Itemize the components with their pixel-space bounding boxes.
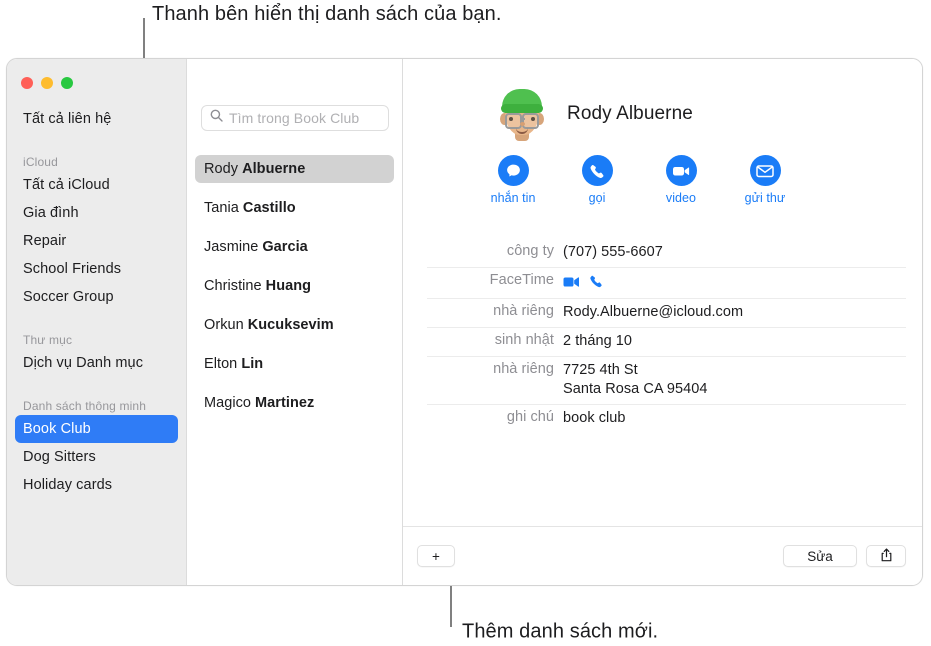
field-label: nhà riêng	[493, 303, 554, 319]
contact-first-name: Magico	[204, 395, 252, 411]
share-button[interactable]	[866, 545, 906, 567]
sidebar-item-dog-sitters[interactable]: Dog Sitters	[15, 443, 178, 471]
field-label: sinh nhật	[494, 332, 554, 348]
contact-last-name: Martinez	[255, 395, 315, 411]
field-label: ghi chú	[506, 409, 554, 425]
field-label: nhà riêng	[493, 361, 554, 377]
memoji-glasses-bridge	[520, 118, 525, 120]
sidebar-item-soccer-group[interactable]: Soccer Group	[15, 283, 178, 311]
sidebar-item-repair[interactable]: Repair	[15, 227, 178, 255]
list-item[interactable]: Tania Castillo	[195, 194, 394, 222]
quick-action-row: nhắn tin gọi video gửi thư	[491, 155, 786, 205]
field-row-birthday[interactable]: sinh nhật 2 tháng 10	[427, 328, 906, 357]
page-title: Rody Albuerne	[567, 103, 693, 124]
memoji-nose	[520, 122, 525, 126]
contact-first-name: Elton	[204, 356, 238, 372]
field-row-address[interactable]: nhà riêng 7725 4th St Santa Rosa CA 9540…	[427, 357, 906, 405]
envelope-icon	[749, 155, 781, 186]
close-button[interactable]	[21, 77, 33, 89]
phone-icon[interactable]	[589, 274, 603, 293]
list-item[interactable]: Magico Martinez	[195, 389, 394, 417]
sidebar-item-holiday-cards[interactable]: Holiday cards	[15, 471, 178, 499]
call-button[interactable]: gọi	[579, 155, 615, 205]
contact-first-name: Orkun	[204, 317, 244, 333]
search-input[interactable]: Tìm trong Book Club	[201, 105, 389, 131]
sidebar-item-list: Tất cả liên hệ iCloud Tất cả iCloud Gia …	[7, 105, 186, 499]
contact-last-name: Kucuksevim	[247, 317, 334, 333]
field-value-icons	[563, 272, 603, 293]
list-item[interactable]: Orkun Kucuksevim	[195, 311, 394, 339]
sidebar-item-dich-vu-danh-muc[interactable]: Dịch vụ Danh mục	[15, 349, 178, 377]
list-item[interactable]: Rody Albuerne	[195, 155, 394, 183]
contact-list: Rody Albuerne Tania Castillo Jasmine Gar…	[195, 155, 394, 428]
contact-list-column: Tìm trong Book Club Rody Albuerne Tania …	[187, 59, 403, 585]
maximize-button[interactable]	[61, 77, 73, 89]
mail-button-label: gửi thư	[744, 191, 786, 205]
field-label: công ty	[506, 243, 554, 259]
sidebar-item-all-contacts[interactable]: Tất cả liên hệ	[15, 105, 178, 133]
contact-last-name: Albuerne	[242, 161, 306, 177]
mail-button[interactable]: gửi thư	[744, 155, 786, 205]
phone-icon	[581, 155, 613, 186]
field-value: 2 tháng 10	[563, 333, 633, 349]
field-label: FaceTime	[489, 272, 554, 288]
contact-last-name: Castillo	[242, 200, 296, 216]
contact-fields: công ty (707) 555-6607 FaceTime nhà riên…	[427, 239, 906, 433]
contact-first-name: Christine	[204, 278, 262, 294]
sidebar-section-header-icloud: iCloud	[23, 155, 58, 169]
message-button-label: nhắn tin	[490, 191, 536, 205]
window-controls	[21, 77, 73, 89]
call-button-label: gọi	[588, 191, 606, 205]
field-value: (707) 555-6607	[563, 244, 663, 260]
sidebar-item-gia-dinh[interactable]: Gia đình	[15, 199, 178, 227]
message-bubble-icon	[497, 155, 529, 186]
sidebar: Tất cả liên hệ iCloud Tất cả iCloud Gia …	[7, 59, 187, 585]
contact-last-name: Garcia	[262, 239, 308, 255]
edit-button[interactable]: Sửa	[783, 545, 857, 567]
contact-first-name: Rody	[204, 161, 239, 177]
callout-top-text: Thanh bên hiển thị danh sách của bạn.	[152, 3, 502, 25]
video-button-label: video	[665, 191, 697, 205]
sidebar-section-header-thu-muc: Thư mục	[23, 333, 73, 347]
sidebar-item-book-club[interactable]: Book Club	[15, 415, 178, 443]
contact-header: Rody Albuerne	[403, 87, 922, 141]
field-row-facetime[interactable]: FaceTime	[427, 268, 906, 299]
callout-bottom-text: Thêm danh sách mới.	[462, 620, 659, 643]
contact-last-name: Huang	[265, 278, 312, 294]
contact-detail-pane: Rody Albuerne nhắn tin gọi video gửi thư…	[403, 59, 922, 585]
field-row-note[interactable]: ghi chú book club	[427, 405, 906, 433]
field-row-email[interactable]: nhà riêng Rody.Albuerne@icloud.com	[427, 299, 906, 328]
avatar[interactable]	[495, 87, 549, 141]
list-item[interactable]: Elton Lin	[195, 350, 394, 378]
message-button[interactable]: nhắn tin	[491, 155, 535, 205]
contact-first-name: Jasmine	[204, 239, 259, 255]
list-item[interactable]: Christine Huang	[195, 272, 394, 300]
video-button[interactable]: video	[663, 155, 699, 205]
contact-first-name: Tania	[204, 200, 239, 216]
share-icon	[880, 548, 893, 565]
field-value: Rody.Albuerne@icloud.com	[563, 304, 744, 320]
add-list-button[interactable]: +	[417, 545, 455, 567]
detail-bottom-toolbar: + Sửa	[403, 526, 922, 585]
list-item[interactable]: Jasmine Garcia	[195, 233, 394, 261]
minimize-button[interactable]	[41, 77, 53, 89]
search-icon	[210, 109, 223, 127]
field-row-company[interactable]: công ty (707) 555-6607	[427, 239, 906, 268]
memoji-beanie-brim	[501, 104, 543, 113]
video-camera-icon	[665, 155, 697, 186]
field-value: book club	[563, 410, 626, 426]
field-value: 7725 4th St Santa Rosa CA 95404	[563, 362, 708, 397]
sidebar-item-all-icloud[interactable]: Tất cả iCloud	[15, 171, 178, 199]
toolbar-right-group: Sửa	[783, 545, 906, 567]
sidebar-item-school-friends[interactable]: School Friends	[15, 255, 178, 283]
video-camera-icon[interactable]	[563, 275, 580, 293]
sidebar-section-header-smart-lists: Danh sách thông minh	[23, 399, 147, 413]
contact-last-name: Lin	[241, 356, 264, 372]
contacts-app-window: Tất cả liên hệ iCloud Tất cả iCloud Gia …	[6, 58, 923, 586]
search-placeholder: Tìm trong Book Club	[229, 110, 360, 126]
